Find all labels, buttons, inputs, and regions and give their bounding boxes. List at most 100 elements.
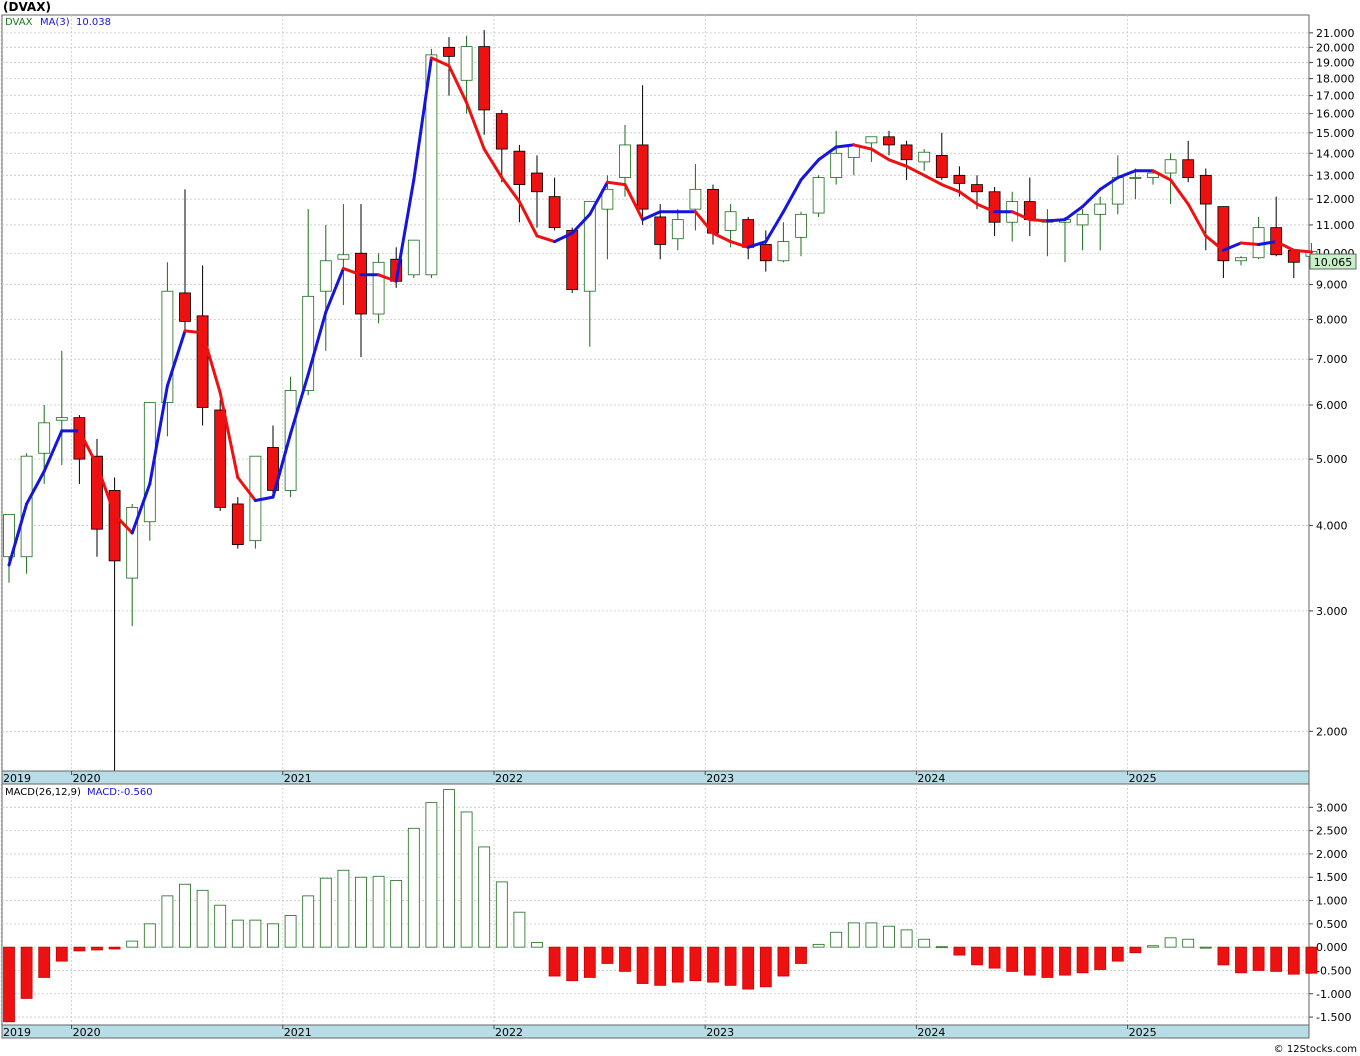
macd-bar — [812, 943, 825, 948]
candle-body — [1129, 177, 1142, 179]
candle-body — [795, 213, 807, 238]
macd-bar — [900, 929, 913, 948]
candle-body — [1235, 257, 1247, 262]
candle-body — [355, 252, 367, 315]
macd-value-label: MACD:-0.560 — [87, 787, 153, 798]
candle-body — [1076, 213, 1089, 226]
macd-tick-label: -1.000 — [1316, 988, 1351, 1001]
macd-bar — [126, 940, 139, 948]
candle-body — [337, 254, 350, 260]
price-tick-label: 11.000 — [1316, 219, 1355, 232]
date-tick-label: 2019 — [3, 1026, 31, 1039]
candle-body — [742, 219, 755, 248]
chart-title: (DVAX) — [3, 0, 51, 14]
macd-bar — [707, 946, 719, 983]
candle-body — [988, 191, 1001, 223]
macd-bar — [1305, 946, 1318, 974]
macd-bar — [531, 942, 543, 948]
date-tick-label: 2023 — [706, 1026, 734, 1039]
macd-bar — [108, 946, 121, 950]
price-tick-label: 3.000 — [1316, 605, 1348, 618]
date-tick-label: 2025 — [1129, 772, 1157, 785]
macd-bar — [143, 923, 156, 948]
macd-bar — [495, 881, 508, 948]
date-tick-label: 2019 — [3, 772, 31, 785]
candle-body — [971, 184, 983, 193]
macd-bar — [1094, 946, 1107, 970]
macd-bar — [1076, 946, 1089, 974]
macd-bar — [1235, 946, 1247, 974]
candle-body — [495, 113, 508, 150]
macd-bar — [724, 946, 737, 986]
date-tick-label: 2020 — [73, 1026, 101, 1039]
price-tick-label: 7.000 — [1316, 353, 1348, 366]
candle-body — [777, 241, 790, 262]
price-tick-label: 12.000 — [1316, 193, 1355, 206]
macd-tick-label: 1.500 — [1316, 871, 1348, 884]
candle-body — [1182, 159, 1195, 178]
price-tick-label: 4.000 — [1316, 519, 1348, 532]
candle-body — [1164, 159, 1177, 174]
macd-bar — [671, 946, 684, 983]
macd-tick-label: 1.000 — [1316, 895, 1348, 908]
candle-body — [372, 261, 385, 315]
macd-bar — [1041, 946, 1054, 978]
candle-body — [865, 136, 878, 144]
price-tick-label: 16.000 — [1316, 108, 1355, 121]
macd-bar — [1217, 946, 1230, 966]
candle-body — [284, 390, 297, 491]
candle-body — [759, 244, 772, 262]
candle-body — [443, 46, 455, 57]
macd-bar — [988, 946, 1001, 969]
candle-body — [830, 152, 843, 178]
ma-segment — [1045, 218, 1067, 223]
macd-bar — [689, 946, 702, 982]
macd-bar — [214, 904, 227, 948]
macd-bar — [865, 922, 878, 948]
macd-bar — [55, 946, 68, 962]
candle-body — [671, 219, 684, 240]
macd-tick-label: 3.000 — [1316, 801, 1348, 814]
candle-body — [1199, 174, 1212, 205]
macd-tick-label: 2.500 — [1316, 825, 1348, 838]
candle-body — [478, 46, 491, 111]
macd-bar — [372, 875, 385, 948]
candle-body — [918, 151, 931, 163]
macd-bar — [1111, 946, 1124, 962]
candle-body — [619, 144, 631, 178]
macd-bar — [1164, 937, 1177, 948]
price-tick-label: 5.000 — [1316, 453, 1348, 466]
macd-bar — [337, 869, 350, 948]
candle-body — [460, 46, 473, 81]
candle-body — [531, 172, 543, 193]
date-tick-label: 2022 — [495, 1026, 523, 1039]
macd-bar — [231, 919, 244, 948]
macd-bar — [179, 883, 191, 948]
date-tick-label: 2022 — [495, 772, 523, 785]
candle-body — [935, 155, 948, 178]
macd-bar — [73, 946, 86, 952]
macd-bar — [425, 802, 438, 948]
macd-tick-label: -1.500 — [1316, 1011, 1351, 1024]
macd-bar — [1182, 938, 1195, 948]
ma-segment — [183, 329, 205, 335]
candle-body — [407, 239, 420, 276]
macd-bar — [883, 925, 895, 948]
legend-ma-value: 10.038 — [76, 17, 111, 28]
candle-body — [55, 417, 68, 421]
macd-bar — [1023, 946, 1036, 976]
macd-bar — [407, 827, 420, 948]
macd-tick-label: 0.500 — [1316, 918, 1348, 931]
price-tick-label: 9.000 — [1316, 279, 1348, 292]
candle-body — [566, 229, 579, 290]
macd-bar — [654, 946, 667, 986]
macd-bar — [1147, 945, 1159, 948]
macd-bar — [196, 889, 209, 948]
macd-bar — [1287, 946, 1300, 975]
macd-bar — [583, 946, 596, 978]
price-tick-label: 18.000 — [1316, 73, 1355, 86]
candle-body — [179, 292, 191, 322]
candle-body — [214, 409, 227, 508]
macd-bar — [20, 946, 33, 999]
macd-bar — [777, 946, 790, 977]
